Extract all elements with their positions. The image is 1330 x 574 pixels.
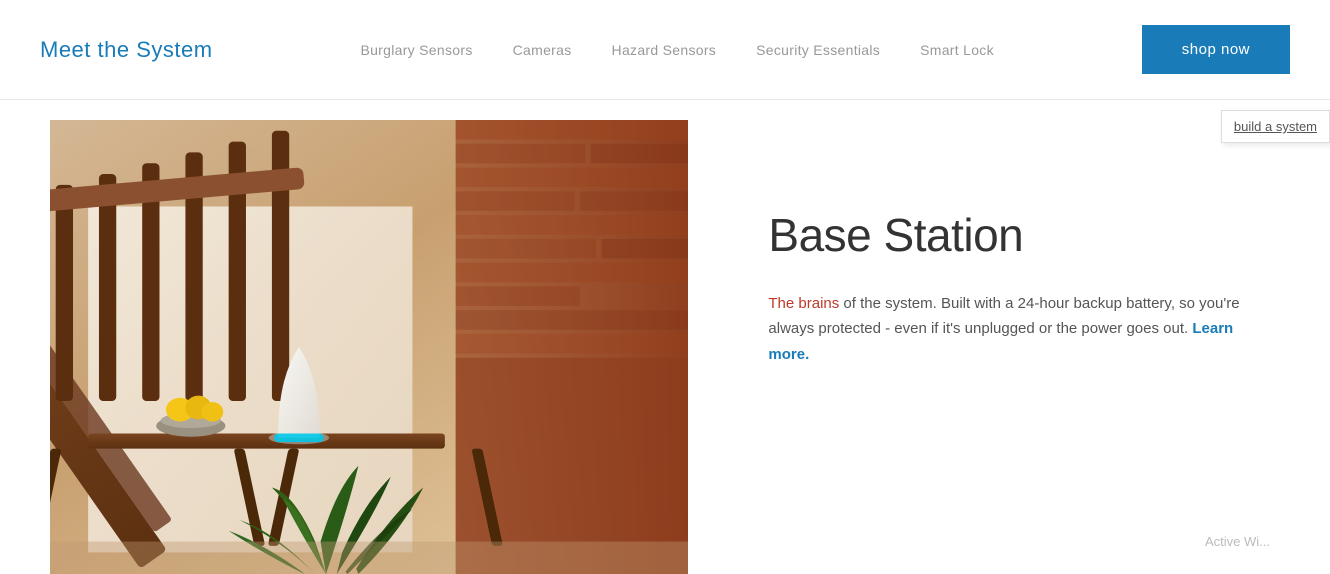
product-description: The brains of the system. Built with a 2… xyxy=(768,291,1248,368)
product-title: Base Station xyxy=(768,210,1270,261)
main-content: build a system Base Station The brains o… xyxy=(0,100,1330,554)
nav-smart-lock[interactable]: Smart Lock xyxy=(920,42,994,58)
nav-burglary-sensors[interactable]: Burglary Sensors xyxy=(360,42,472,58)
nav-cameras[interactable]: Cameras xyxy=(513,42,572,58)
nav-hazard-sensors[interactable]: Hazard Sensors xyxy=(612,42,717,58)
staircase-svg xyxy=(50,120,688,574)
logo-text: Meet the System xyxy=(40,37,213,62)
header: Meet the System Burglary Sensors Cameras… xyxy=(0,0,1330,100)
hero-image-section xyxy=(50,120,688,574)
build-system-link[interactable]: build a system xyxy=(1221,110,1330,143)
nav-security-essentials[interactable]: Security Essentials xyxy=(756,42,880,58)
right-content: build a system Base Station The brains o… xyxy=(688,100,1330,554)
hero-image xyxy=(50,120,688,574)
desc-highlight-red: The brains xyxy=(768,295,839,312)
shop-now-button[interactable]: shop now xyxy=(1142,25,1290,74)
main-nav: Burglary Sensors Cameras Hazard Sensors … xyxy=(213,42,1142,58)
desc-text-main: of the system. Built with a 24-hour back… xyxy=(768,295,1239,338)
bottom-hint: Active Wi... xyxy=(1205,534,1270,549)
logo[interactable]: Meet the System xyxy=(40,37,213,63)
